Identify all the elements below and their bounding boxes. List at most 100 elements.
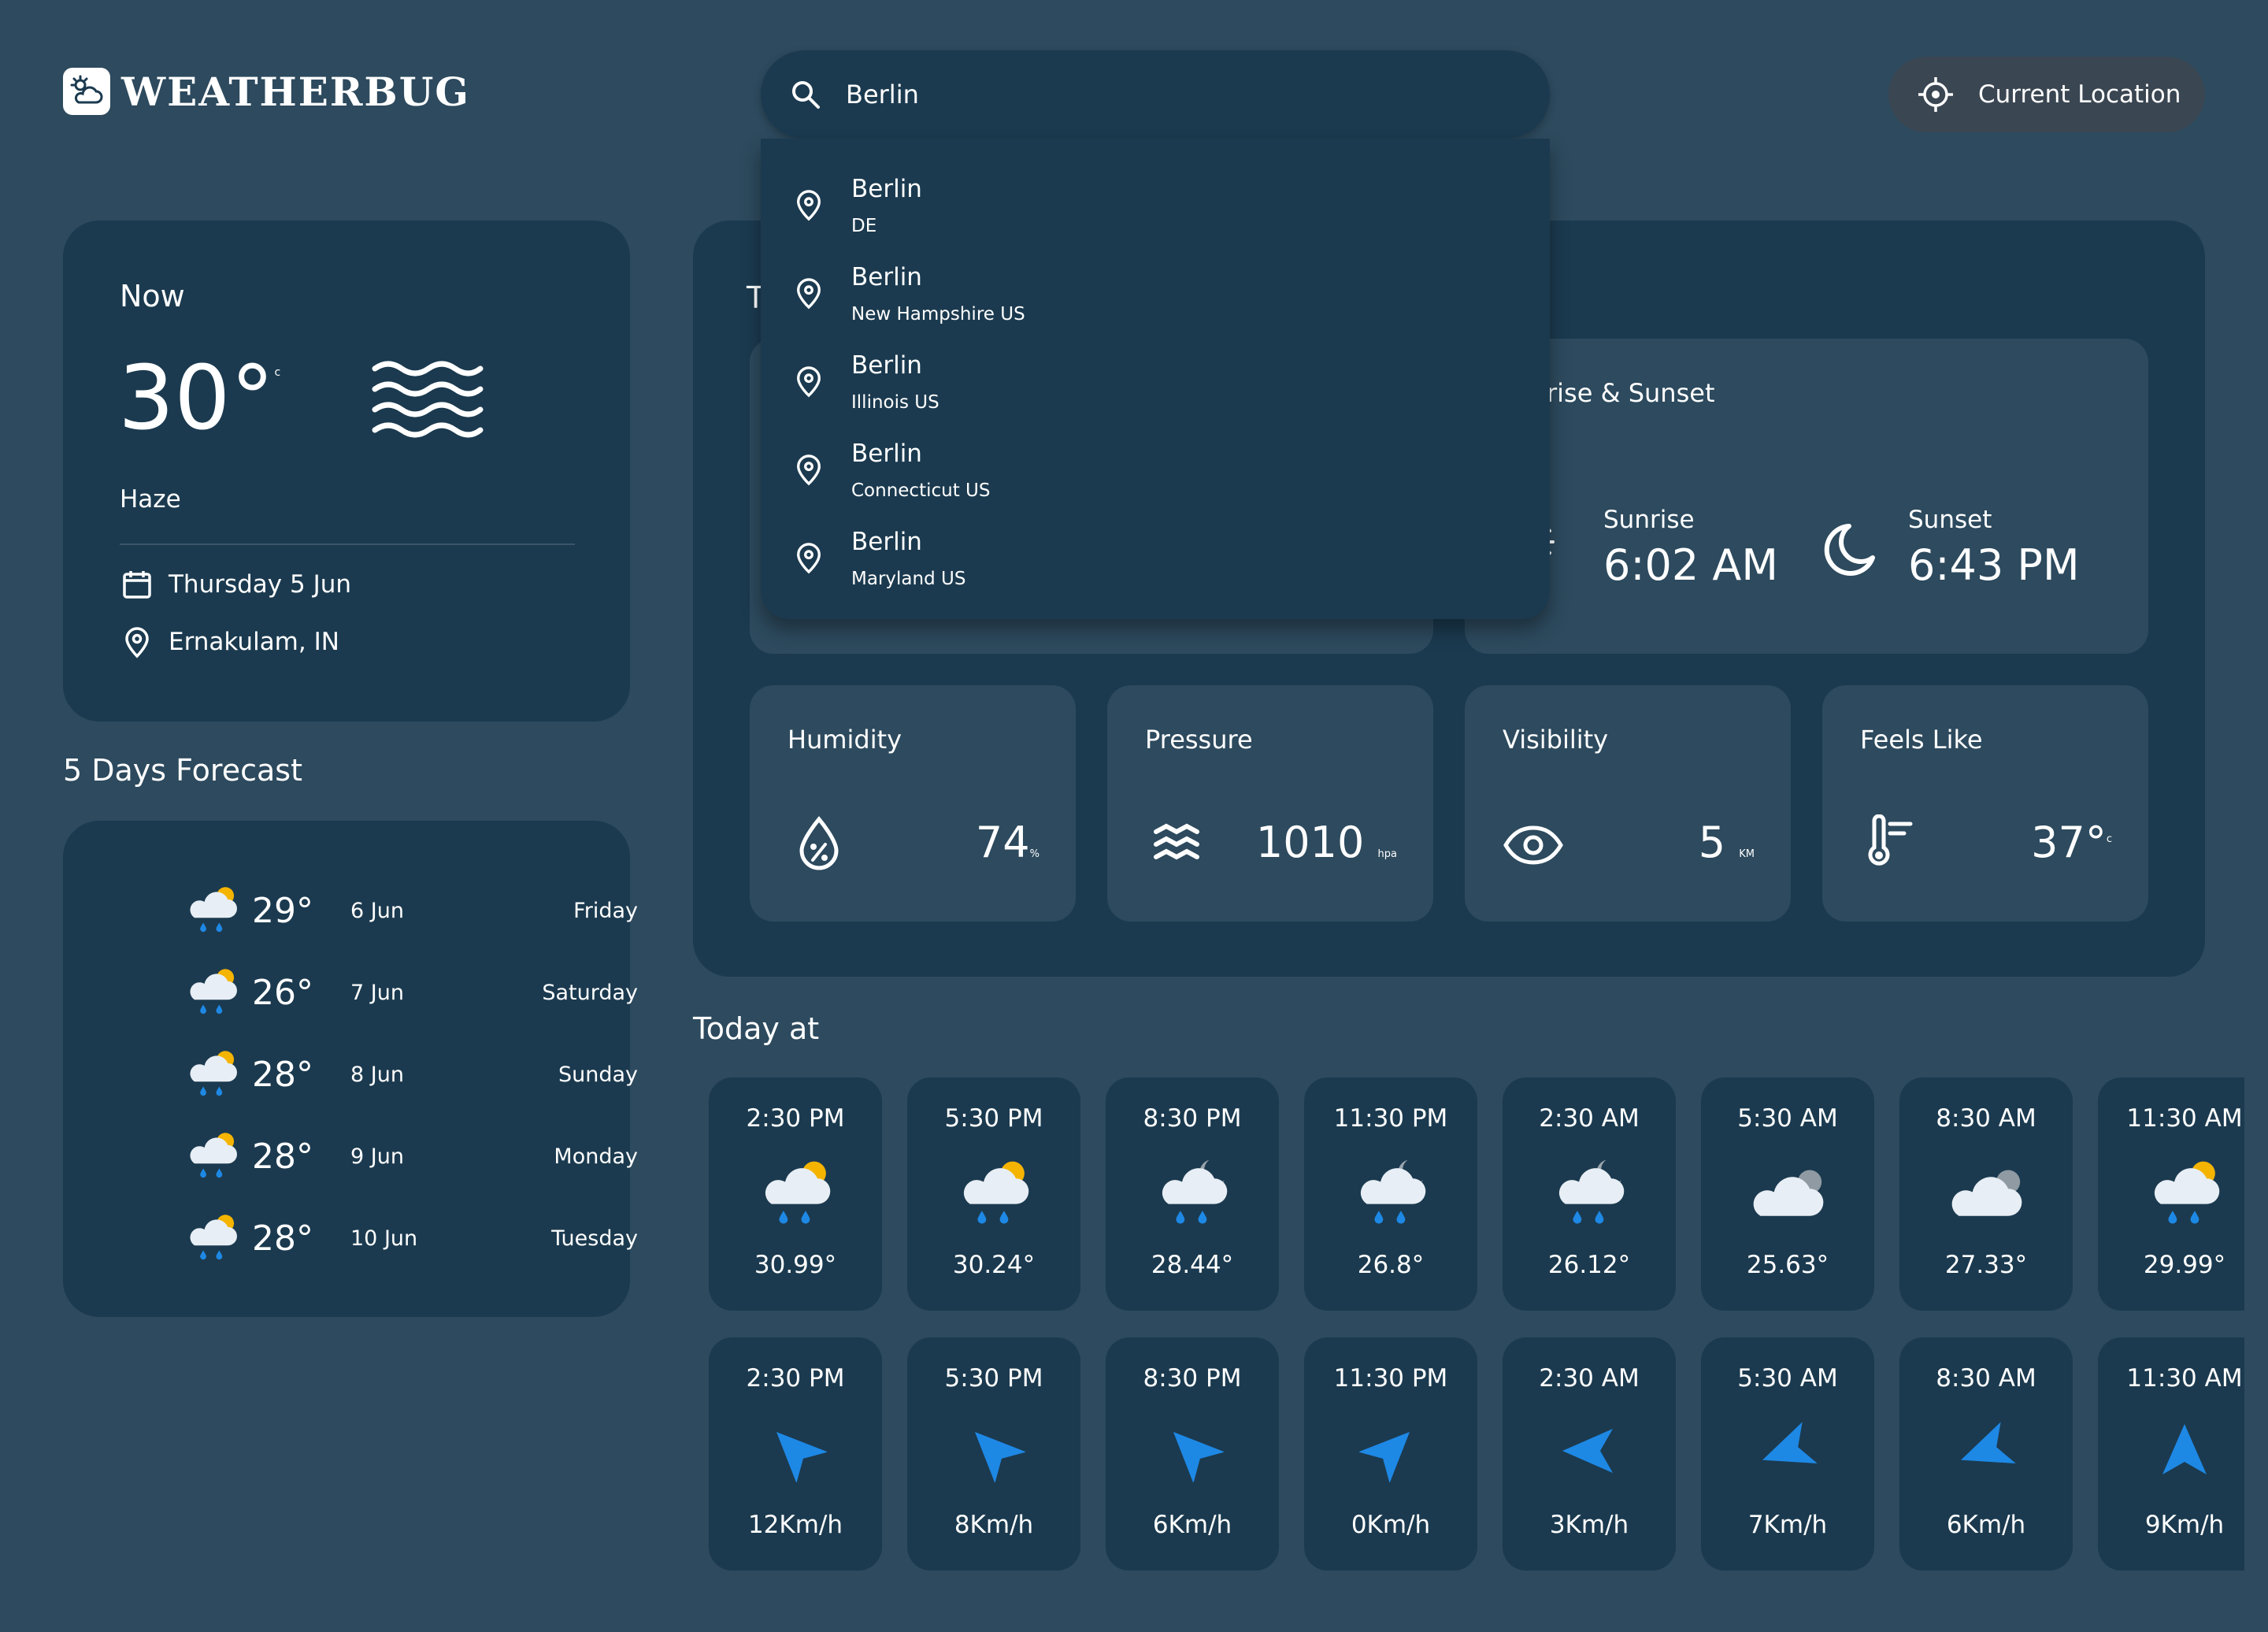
wind-speed: 0Km/h — [1351, 1511, 1431, 1539]
search-result-item[interactable]: Berlin DE — [761, 164, 1550, 252]
visibility-panel: Visibility 5 KM — [1465, 685, 1791, 922]
hourly-strip: 2:30 PM 30.99° 5:30 PM 30.24° 8:30 PM 28… — [709, 1071, 2244, 1575]
search-result-item[interactable]: Berlin Maryland US — [761, 517, 1550, 605]
hour-time: 5:30 PM — [944, 1364, 1043, 1393]
rain-moon-icon — [1547, 1155, 1632, 1231]
cloud-icon — [1944, 1155, 2029, 1231]
search-result-item[interactable]: Berlin Illinois US — [761, 340, 1550, 428]
hourly-wind-card: 5:30 AM 7Km/h — [1701, 1337, 1874, 1571]
wind-direction-icon — [764, 1419, 827, 1482]
search-result-item[interactable]: Berlin Connecticut US — [761, 428, 1550, 517]
hourly-wind-card: 8:30 PM 6Km/h — [1106, 1337, 1279, 1571]
humidity-value: 74% — [975, 818, 1040, 867]
humidity-label: Humidity — [788, 725, 902, 755]
location-pin-icon — [794, 452, 824, 487]
wind-speed: 6Km/h — [1152, 1511, 1232, 1539]
wind-direction-icon — [1558, 1419, 1621, 1482]
search-result-name: Berlin — [851, 528, 922, 556]
rain-sun-icon — [181, 1046, 243, 1101]
search-input[interactable] — [846, 80, 1476, 109]
forecast-day: Monday — [554, 1144, 638, 1169]
search-icon — [789, 78, 822, 111]
wind-direction-icon — [1955, 1419, 2018, 1482]
sunrise-label: Sunrise — [1603, 506, 1695, 534]
hourly-wind-card: 2:30 AM 3Km/h — [1503, 1337, 1676, 1571]
hourly-temp-card: 8:30 PM 28.44° — [1106, 1077, 1279, 1311]
forecast-row: 28° 8 Jun Sunday — [181, 1043, 638, 1106]
wind-direction-icon — [2153, 1419, 2216, 1482]
forecast-date: 7 Jun — [350, 980, 404, 1005]
hour-time: 11:30 PM — [1333, 1104, 1448, 1133]
forecast-temp: 26° — [252, 972, 313, 1013]
hourly-wind-card: 2:30 PM 12Km/h — [709, 1337, 882, 1571]
forecast-day: Friday — [573, 898, 638, 923]
hourly-temp-card: 5:30 PM 30.24° — [907, 1077, 1080, 1311]
forecast-day: Sunday — [558, 1062, 638, 1087]
visibility-label: Visibility — [1503, 725, 1609, 755]
cloud-icon — [1745, 1155, 1830, 1231]
forecast-date: 8 Jun — [350, 1062, 404, 1087]
hour-time: 8:30 PM — [1143, 1364, 1242, 1393]
location-pin-icon — [794, 364, 824, 399]
hour-temp: 25.63° — [1746, 1251, 1829, 1279]
rain-sun-icon — [2142, 1155, 2227, 1231]
hour-time: 8:30 PM — [1143, 1104, 1242, 1133]
wind-direction-icon — [1359, 1419, 1422, 1482]
wind-speed: 9Km/h — [2144, 1511, 2225, 1539]
sunset-label: Sunset — [1908, 506, 1992, 534]
forecast-day: Saturday — [542, 980, 638, 1005]
hour-time: 2:30 AM — [1539, 1364, 1640, 1393]
search-result-name: Berlin — [851, 263, 922, 291]
app-logo[interactable]: WEATHERBUG — [63, 68, 470, 115]
humidity-panel: Humidity 74% — [750, 685, 1076, 922]
pressure-value: 1010 hpa — [1255, 818, 1397, 867]
sunset-time: 6:43 PM — [1908, 540, 2080, 590]
hour-time: 11:30 AM — [2126, 1104, 2243, 1133]
hourly-temp-card: 11:30 AM 29.99° — [2098, 1077, 2244, 1311]
hour-temp: 26.8° — [1357, 1251, 1425, 1279]
hour-time: 5:30 PM — [944, 1104, 1043, 1133]
calendar-icon — [121, 569, 153, 600]
forecast-date: 10 Jun — [350, 1226, 418, 1251]
sunrise-sunset-panel: rise & Sunset Sunrise 6:02 AM Sunset 6:4… — [1465, 339, 2148, 654]
forecast-temp: 28° — [252, 1218, 313, 1259]
hour-time: 11:30 AM — [2126, 1364, 2243, 1393]
forecast-row: 26° 7 Jun Saturday — [181, 961, 638, 1024]
waves-icon — [1153, 822, 1200, 866]
search-result-item[interactable]: Berlin New Hampshire US — [761, 252, 1550, 340]
search-result-region: Illinois US — [851, 392, 939, 413]
hour-time: 2:30 AM — [1539, 1104, 1640, 1133]
current-weather-card: Now 30°c Haze Thursday 5 Jun Ernakulam, … — [63, 221, 630, 721]
thermometer-icon — [1865, 814, 1917, 870]
location-pin-icon — [794, 187, 824, 222]
crosshair-icon — [1917, 76, 1955, 113]
search-result-name: Berlin — [851, 175, 922, 203]
rain-sun-icon — [951, 1155, 1036, 1231]
hour-time: 2:30 PM — [746, 1104, 845, 1133]
rain-sun-icon — [753, 1155, 838, 1231]
hour-time: 5:30 AM — [1737, 1364, 1838, 1393]
current-date-row: Thursday 5 Jun — [121, 569, 351, 600]
eye-icon — [1503, 825, 1564, 865]
hour-temp: 27.33° — [1944, 1251, 2028, 1279]
hourly-wind-card: 11:30 AM 9Km/h — [2098, 1337, 2244, 1571]
feels-like-label: Feels Like — [1860, 725, 1983, 755]
current-location-button[interactable]: Current Location — [1888, 57, 2205, 132]
hour-time: 8:30 AM — [1936, 1104, 2036, 1133]
search-bar[interactable] — [761, 50, 1550, 139]
hourly-temp-card: 5:30 AM 25.63° — [1701, 1077, 1874, 1311]
forecast-row: 28° 9 Jun Monday — [181, 1125, 638, 1188]
location-pin-icon — [121, 625, 153, 658]
wind-speed: 3Km/h — [1549, 1511, 1629, 1539]
forecast-temp: 29° — [252, 890, 313, 931]
visibility-value: 5 KM — [1698, 818, 1755, 867]
search-result-name: Berlin — [851, 351, 922, 380]
hour-temp: 26.12° — [1547, 1251, 1631, 1279]
forecast-row: 28° 10 Jun Tuesday — [181, 1207, 638, 1270]
hourly-temp-card: 2:30 AM 26.12° — [1503, 1077, 1676, 1311]
now-label: Now — [120, 279, 185, 313]
forecast-date: 9 Jun — [350, 1144, 404, 1169]
wind-speed: 8Km/h — [954, 1511, 1034, 1539]
wind-direction-icon — [1756, 1419, 1819, 1482]
hour-temp: 30.99° — [754, 1251, 837, 1279]
